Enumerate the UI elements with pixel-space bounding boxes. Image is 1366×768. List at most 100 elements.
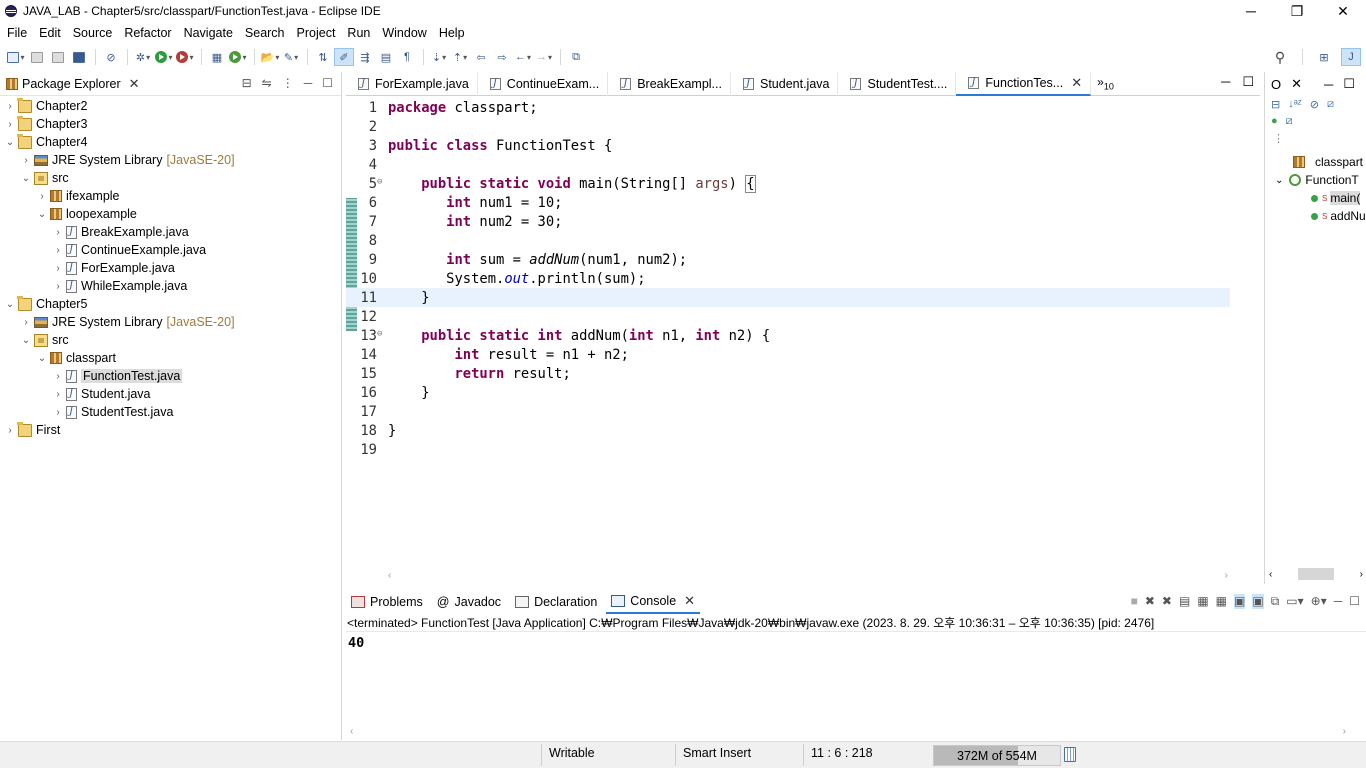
- scroll-left-icon[interactable]: ‹: [388, 570, 391, 581]
- hide-nonpublic-icon[interactable]: ●: [1271, 115, 1278, 128]
- outline-tab[interactable]: O: [1271, 77, 1281, 92]
- open-type-icon[interactable]: 📂: [260, 48, 280, 66]
- new-icon[interactable]: [6, 48, 26, 66]
- editor-vertical-scrollbar[interactable]: [1230, 97, 1238, 567]
- next-annotation-down-icon[interactable]: ⇣: [429, 48, 449, 66]
- package-explorer-tab[interactable]: Package Explorer ✕: [0, 72, 146, 96]
- close-icon[interactable]: ✕: [1071, 75, 1082, 91]
- java-perspective-icon[interactable]: J: [1341, 48, 1361, 66]
- menu-help[interactable]: Help: [433, 26, 471, 40]
- chevron-down-icon[interactable]: ⌄: [4, 137, 16, 148]
- block-selection-icon[interactable]: ▤: [376, 48, 396, 66]
- minimize-view-icon[interactable]: ─: [1324, 77, 1333, 92]
- back-icon[interactable]: ←: [513, 48, 533, 66]
- minimize-view-icon[interactable]: ─: [304, 76, 313, 90]
- scroll-right-icon[interactable]: ›: [1343, 726, 1346, 738]
- tree-item-chapter4[interactable]: ⌄ Chapter4: [0, 133, 341, 151]
- close-icon[interactable]: ✕: [129, 76, 140, 92]
- fold-toggle-icon[interactable]: ⊖: [377, 177, 382, 187]
- maximize-view-icon[interactable]: ☐: [322, 76, 333, 90]
- tree-item-student[interactable]: › Student.java: [0, 385, 341, 403]
- external-tools-icon[interactable]: [175, 48, 195, 66]
- editor-tab-studenttest[interactable]: StudentTest....: [838, 71, 957, 96]
- tab-console[interactable]: Console ✕: [606, 590, 701, 614]
- debug-icon[interactable]: ✲: [133, 48, 153, 66]
- chevron-right-icon[interactable]: ›: [52, 407, 64, 418]
- run-icon[interactable]: [154, 48, 174, 66]
- menu-navigate[interactable]: Navigate: [178, 26, 239, 40]
- heap-status[interactable]: 372M of 554M: [933, 745, 1061, 766]
- menu-search[interactable]: Search: [239, 26, 291, 40]
- editor-tab-student[interactable]: Student.java: [731, 71, 839, 96]
- chevron-down-icon[interactable]: ⌄: [20, 335, 32, 346]
- view-menu-icon[interactable]: ⋮: [282, 76, 294, 90]
- tree-item-src[interactable]: ⌄ src: [0, 169, 341, 187]
- forward-history-icon[interactable]: ⇨: [492, 48, 512, 66]
- tree-item-chapter2[interactable]: › Chapter2: [0, 97, 341, 115]
- hide-local-types-icon[interactable]: ⧄: [1286, 115, 1293, 128]
- open-console-icon[interactable]: ⊕▾: [1311, 594, 1327, 609]
- menu-refactor[interactable]: Refactor: [118, 26, 177, 40]
- save-icon[interactable]: [27, 48, 47, 66]
- tree-item-forexample[interactable]: › ForExample.java: [0, 259, 341, 277]
- outline-item-package[interactable]: classpart: [1265, 153, 1366, 171]
- show-on-output-icon[interactable]: ▣: [1234, 594, 1246, 609]
- remove-all-terminated-icon[interactable]: ✖: [1162, 594, 1172, 609]
- previous-annotation-icon[interactable]: ⇡: [450, 48, 470, 66]
- last-edit-location-icon[interactable]: ⇦: [471, 48, 491, 66]
- clear-console-icon[interactable]: ▤: [1179, 594, 1190, 609]
- search-tool-icon[interactable]: ✎: [281, 48, 301, 66]
- chevron-right-icon[interactable]: ›: [20, 317, 32, 328]
- close-icon[interactable]: ✕: [684, 593, 695, 609]
- scroll-right-icon[interactable]: ›: [1360, 569, 1363, 580]
- chevron-down-icon[interactable]: ⌄: [4, 299, 16, 310]
- scroll-right-icon[interactable]: ›: [1225, 570, 1228, 581]
- outline-item-addnum[interactable]: S addNu: [1265, 207, 1366, 225]
- view-menu-icon[interactable]: ⋮: [1265, 132, 1366, 145]
- status-cursor-position[interactable]: 11 : 6 : 218: [811, 746, 873, 760]
- pin-console-icon[interactable]: ⧉: [1271, 594, 1280, 609]
- tree-item-classpart[interactable]: ⌄ classpart: [0, 349, 341, 367]
- editor-tab-forexample[interactable]: ForExample.java: [346, 71, 478, 96]
- tree-item-ifexample[interactable]: › ifexample: [0, 187, 341, 205]
- scroll-left-icon[interactable]: ‹: [350, 726, 353, 738]
- new-java-class-icon[interactable]: [228, 48, 248, 66]
- search-icon[interactable]: ⚲: [1270, 48, 1290, 66]
- hide-fields-icon[interactable]: ⊘: [1310, 98, 1319, 111]
- chevron-right-icon[interactable]: ›: [4, 425, 16, 436]
- open-perspective-icon[interactable]: ⊞: [1314, 48, 1334, 66]
- scroll-left-icon[interactable]: ‹: [1269, 569, 1272, 580]
- console-output[interactable]: 40: [346, 635, 1366, 651]
- chevron-right-icon[interactable]: ›: [52, 389, 64, 400]
- status-insert-mode[interactable]: Smart Insert: [683, 746, 751, 760]
- tree-item-loopexample[interactable]: ⌄ loopexample: [0, 205, 341, 223]
- collapse-all-icon[interactable]: ⊟: [1271, 98, 1280, 111]
- chevron-right-icon[interactable]: ›: [4, 119, 16, 130]
- maximize-view-icon[interactable]: ☐: [1242, 74, 1254, 90]
- terminal-icon[interactable]: [69, 48, 89, 66]
- minimize-button[interactable]: ─: [1228, 0, 1274, 22]
- display-console-icon[interactable]: ▭▾: [1286, 594, 1303, 609]
- link-with-editor-icon[interactable]: ⇋: [262, 76, 272, 90]
- tree-item-jre-library[interactable]: › JRE System Library [JavaSE-20]: [0, 151, 341, 169]
- tree-item-first[interactable]: › First: [0, 421, 341, 439]
- remove-launch-icon[interactable]: ✖: [1145, 594, 1155, 609]
- menu-source[interactable]: Source: [67, 26, 119, 40]
- skip-breakpoints-icon[interactable]: ⊘: [101, 48, 121, 66]
- tree-item-chapter5[interactable]: ⌄ Chapter5: [0, 295, 341, 313]
- chevron-right-icon[interactable]: ›: [20, 155, 32, 166]
- scrollbar-thumb[interactable]: [1298, 568, 1334, 580]
- tree-item-src[interactable]: ⌄ src: [0, 331, 341, 349]
- console-horizontal-scrollbar[interactable]: ‹ ›: [350, 726, 1346, 738]
- maximize-view-icon[interactable]: ☐: [1349, 594, 1360, 609]
- chevron-down-icon[interactable]: ⌄: [36, 209, 48, 220]
- chevron-down-icon[interactable]: ⌄: [1275, 175, 1283, 186]
- garbage-collect-icon[interactable]: [1064, 747, 1076, 762]
- menu-run[interactable]: Run: [341, 26, 376, 40]
- minimize-view-icon[interactable]: ─: [1334, 594, 1343, 609]
- forward-icon[interactable]: →: [534, 48, 554, 66]
- more-tabs-button[interactable]: »10: [1097, 75, 1114, 91]
- editor-horizontal-scrollbar[interactable]: ‹ ›: [388, 569, 1228, 581]
- tree-item-continueexample[interactable]: › ContinueExample.java: [0, 241, 341, 259]
- code-editor[interactable]: 1 package classpart; 2 3 public class Fu…: [346, 97, 1260, 567]
